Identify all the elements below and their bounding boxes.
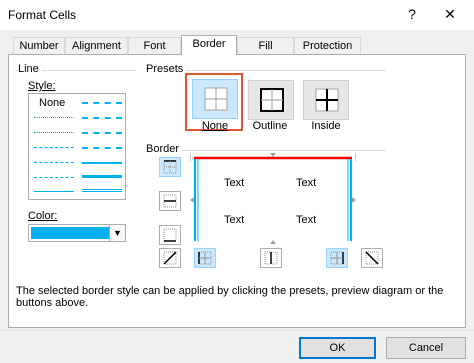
color-swatch bbox=[31, 227, 109, 239]
preview-text-top-right: Text bbox=[296, 177, 317, 189]
preset-outline-icon bbox=[260, 88, 284, 112]
help-button[interactable]: ? bbox=[402, 5, 422, 23]
border-inside-horizontal-icon bbox=[163, 194, 177, 208]
border-top-icon bbox=[163, 160, 177, 174]
close-button[interactable]: ✕ bbox=[440, 5, 460, 23]
format-cells-dialog: Format Cells ? ✕ Number Alignment Font B… bbox=[0, 0, 474, 363]
line-group-label: Line bbox=[18, 63, 42, 75]
border-diagonal-up-button[interactable] bbox=[159, 248, 181, 268]
preset-outline-button[interactable] bbox=[248, 80, 294, 120]
border-right-button[interactable] bbox=[326, 248, 348, 268]
preset-none-button[interactable] bbox=[192, 79, 238, 119]
tab-alignment[interactable]: Alignment bbox=[65, 37, 128, 54]
line-style-slant-dash-dot[interactable] bbox=[82, 117, 122, 119]
border-right-icon bbox=[330, 251, 344, 265]
chevron-down-icon[interactable]: ▼ bbox=[109, 225, 125, 241]
line-style-medium-dashed[interactable] bbox=[82, 147, 122, 149]
color-label: Color: bbox=[28, 210, 61, 222]
preview-text-bottom-right: Text bbox=[296, 214, 317, 226]
border-bottom-button[interactable] bbox=[159, 225, 181, 245]
border-bottom-icon bbox=[163, 228, 177, 242]
line-style-hair[interactable] bbox=[34, 117, 74, 118]
tab-border[interactable]: Border bbox=[181, 35, 237, 55]
diagonal-up-icon bbox=[163, 251, 177, 265]
color-dropdown[interactable]: ▼ bbox=[28, 224, 126, 242]
line-style-dash-dot[interactable] bbox=[34, 162, 74, 163]
line-style-dash-dot-dot[interactable] bbox=[34, 147, 74, 148]
border-left-icon bbox=[198, 251, 212, 265]
line-style-thin[interactable] bbox=[34, 191, 74, 192]
tab-fill[interactable]: Fill bbox=[237, 37, 294, 54]
dialog-title: Format Cells bbox=[8, 8, 77, 22]
line-style-medium-dash-dot[interactable] bbox=[82, 132, 122, 134]
line-style-list[interactable]: None bbox=[28, 93, 126, 200]
preview-text-bottom-left: Text bbox=[224, 214, 245, 226]
border-preview[interactable]: Text Text Text Text bbox=[189, 153, 357, 244]
border-group-label: Border bbox=[146, 143, 183, 155]
border-diagonal-down-button[interactable] bbox=[361, 248, 383, 268]
preset-none-icon bbox=[204, 87, 228, 111]
border-top-button[interactable] bbox=[159, 157, 181, 177]
border-inside-vertical-icon bbox=[264, 251, 278, 265]
preview-text-top-left: Text bbox=[224, 177, 245, 189]
preset-inside-button[interactable] bbox=[303, 80, 349, 120]
tab-protection[interactable]: Protection bbox=[294, 37, 361, 54]
border-inside-vertical-button[interactable] bbox=[260, 248, 282, 268]
preset-none-label[interactable]: None bbox=[185, 120, 245, 132]
preset-inside-label[interactable]: Inside bbox=[296, 120, 356, 132]
tab-font[interactable]: Font bbox=[128, 37, 181, 54]
preset-outline-label[interactable]: Outline bbox=[240, 120, 300, 132]
cancel-button[interactable]: Cancel bbox=[386, 337, 466, 359]
line-style-medium-dash-dot-dot[interactable] bbox=[82, 102, 122, 104]
line-style-dashed[interactable] bbox=[34, 177, 74, 178]
line-style-double[interactable] bbox=[82, 189, 122, 192]
hint-text: The selected border style can be applied… bbox=[16, 285, 444, 309]
preview-diagram bbox=[189, 153, 357, 244]
title-bar: Format Cells ? ✕ bbox=[0, 0, 474, 30]
presets-group-label: Presets bbox=[146, 63, 187, 75]
border-left-button[interactable] bbox=[194, 248, 216, 268]
preset-inside-icon bbox=[315, 88, 339, 112]
line-style-medium[interactable] bbox=[82, 162, 122, 164]
line-style-dotted[interactable] bbox=[34, 132, 74, 133]
style-label: Style: bbox=[28, 80, 59, 92]
line-style-none[interactable]: None bbox=[39, 97, 65, 109]
diagonal-down-icon bbox=[365, 251, 379, 265]
ok-button[interactable]: OK bbox=[299, 337, 376, 359]
border-inside-horizontal-button[interactable] bbox=[159, 191, 181, 211]
tab-number[interactable]: Number bbox=[13, 37, 65, 54]
line-style-thick[interactable] bbox=[82, 175, 122, 178]
